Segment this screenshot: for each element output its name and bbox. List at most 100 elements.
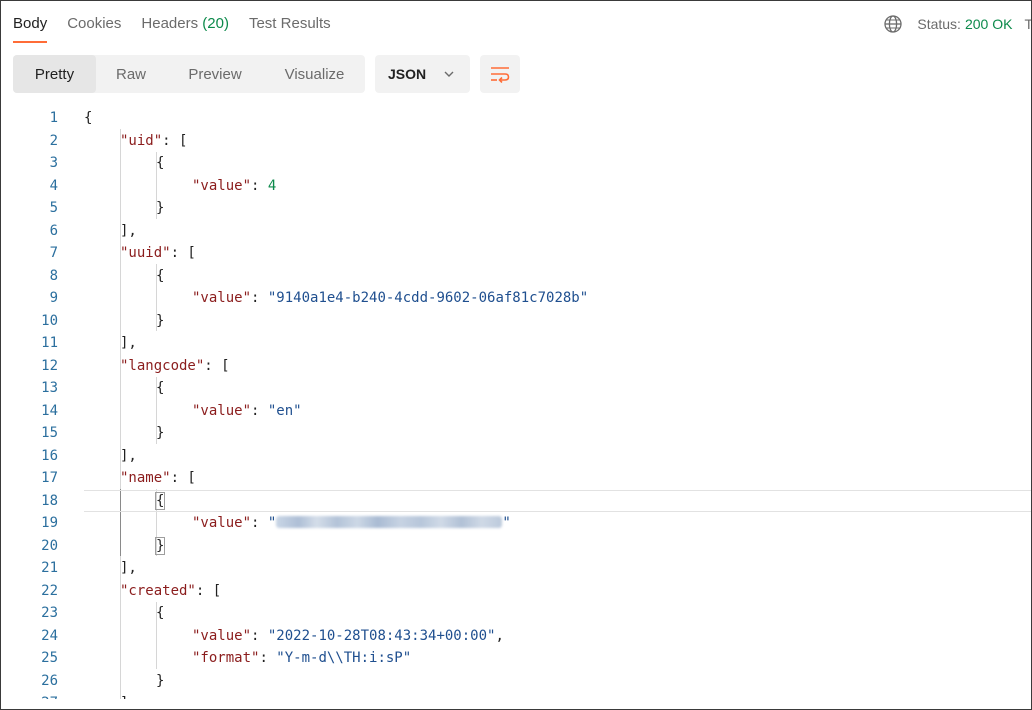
line-number: 18 (41, 492, 58, 509)
json-string-value: "en" (267, 402, 302, 419)
json-string-value: "Y-m-d\\TH:i:sP" (276, 650, 412, 666)
view-mode-switch: Pretty Raw Preview Visualize (13, 55, 365, 93)
code-line: 24 "value": "2022-10-28T08:43:34+00:00", (1, 625, 1031, 648)
json-key: "name" (120, 470, 171, 486)
code-line: 25 "format": "Y-m-d\\TH:i:sP" (1, 647, 1031, 670)
wrap-lines-button[interactable] (480, 55, 520, 93)
tab-label: Body (13, 15, 48, 32)
line-number: 23 (41, 605, 58, 621)
headers-count: (20) (202, 15, 229, 32)
punctuation: ], (120, 335, 137, 351)
view-preview-button[interactable]: Preview (166, 55, 264, 93)
status-label: Status: (917, 16, 961, 32)
line-number: 25 (41, 650, 58, 666)
code-line: 10} (1, 310, 1031, 333)
code-line: 4 "value": 4 (1, 175, 1031, 198)
line-number: 11 (41, 335, 58, 351)
globe-icon[interactable] (883, 14, 903, 34)
json-key: "value" (192, 290, 252, 306)
line-number: 3 (49, 155, 58, 171)
tab-label: Cookies (67, 15, 122, 32)
punctuation: : (259, 650, 277, 666)
code-line: 27], (1, 692, 1031, 699)
status-area: Status: 200 OK T (883, 13, 1031, 35)
json-key: "value" (192, 515, 252, 531)
format-select-value: JSON (388, 66, 427, 82)
json-viewer[interactable]: 1{ 2 "uid": [ 3{ 4 "value": 4 5} 6], 7 "uui… (1, 107, 1031, 699)
code-line: 23 { (1, 602, 1031, 625)
chevron-down-icon (444, 71, 454, 77)
punctuation: : [ (162, 132, 188, 149)
line-number: 21 (41, 560, 58, 576)
punctuation: : (251, 515, 268, 531)
punctuation: : (251, 177, 268, 194)
body-toolbar: Pretty Raw Preview Visualize JSON (13, 55, 520, 93)
string-quote: " (267, 515, 277, 531)
line-number: 17 (41, 470, 58, 486)
code-line: 8{ (1, 265, 1031, 288)
punctuation: : [ (170, 245, 196, 261)
line-number: 24 (41, 627, 58, 644)
line-number: 26 (41, 672, 58, 689)
json-key: "langcode" (120, 357, 205, 374)
line-number: 2 (49, 132, 58, 149)
code-line-current: 18 { (1, 490, 1031, 513)
tab-test-results[interactable]: Test Results (249, 13, 331, 45)
line-number: 14 (41, 402, 58, 419)
open-brace: { (156, 267, 165, 284)
format-select[interactable]: JSON (375, 55, 470, 93)
line-number: 20 (41, 537, 58, 554)
line-number: 10 (41, 312, 58, 329)
code-line: 22 "created": [ (1, 580, 1031, 603)
json-key: "value" (192, 627, 252, 644)
close-brace: } (156, 200, 165, 216)
json-string-value: "2022-10-28T08:43:34+00:00" (267, 627, 496, 644)
code-line: 26} (1, 670, 1031, 693)
json-key: "created" (120, 582, 196, 599)
status-value[interactable]: 200 OK (965, 16, 1012, 32)
string-quote: " (502, 515, 511, 531)
line-number: 1 (49, 110, 58, 126)
tab-body[interactable]: Body (13, 13, 48, 45)
code-line: 14 "value": "en" (1, 400, 1031, 423)
tab-headers[interactable]: Headers (20) (141, 13, 229, 45)
line-number: 6 (49, 222, 58, 239)
json-key: "uuid" (120, 245, 171, 261)
json-string-value: "9140a1e4-b240-4cdd-9602-06af81c7028b" (267, 290, 589, 306)
line-number: 5 (49, 200, 58, 216)
punctuation: : (251, 402, 268, 419)
view-visualize-button[interactable]: Visualize (264, 55, 365, 93)
close-brace: } (156, 425, 165, 441)
matched-open-brace: { (154, 491, 166, 510)
code-line: 12 "langcode": [ (1, 355, 1031, 378)
code-line: 15} (1, 422, 1031, 445)
response-tabs: Body Cookies Headers (20) Test Results (13, 13, 351, 45)
open-brace: { (156, 380, 165, 396)
code-line: 13 { (1, 377, 1031, 400)
view-raw-button[interactable]: Raw (96, 55, 166, 93)
code-line: 6], (1, 220, 1031, 243)
line-number: 19 (41, 515, 58, 531)
json-key: "value" (192, 402, 252, 419)
close-brace: } (156, 672, 165, 689)
open-brace: { (156, 605, 165, 621)
code-line: 2 "uid": [ (1, 130, 1031, 153)
code-line: 17 "name": [ (1, 467, 1031, 490)
code-line: 3{ (1, 152, 1031, 175)
tab-label: Test Results (248, 15, 331, 32)
open-brace: { (84, 110, 93, 126)
json-key: "value" (192, 177, 252, 194)
view-pretty-button[interactable]: Pretty (13, 55, 96, 93)
wrap-lines-icon (491, 67, 510, 83)
punctuation: , (495, 627, 504, 644)
code-line: 11], (1, 332, 1031, 355)
line-number: 16 (41, 447, 58, 464)
code-line: 16], (1, 445, 1031, 468)
punctuation: ], (120, 447, 137, 464)
response-panel: Body Cookies Headers (20) Test Results S… (0, 0, 1032, 710)
line-number: 22 (41, 582, 58, 599)
code-line: 5} (1, 197, 1031, 220)
line-number: 15 (41, 425, 58, 441)
tab-cookies[interactable]: Cookies (67, 13, 121, 45)
json-number-value: 4 (267, 177, 277, 194)
